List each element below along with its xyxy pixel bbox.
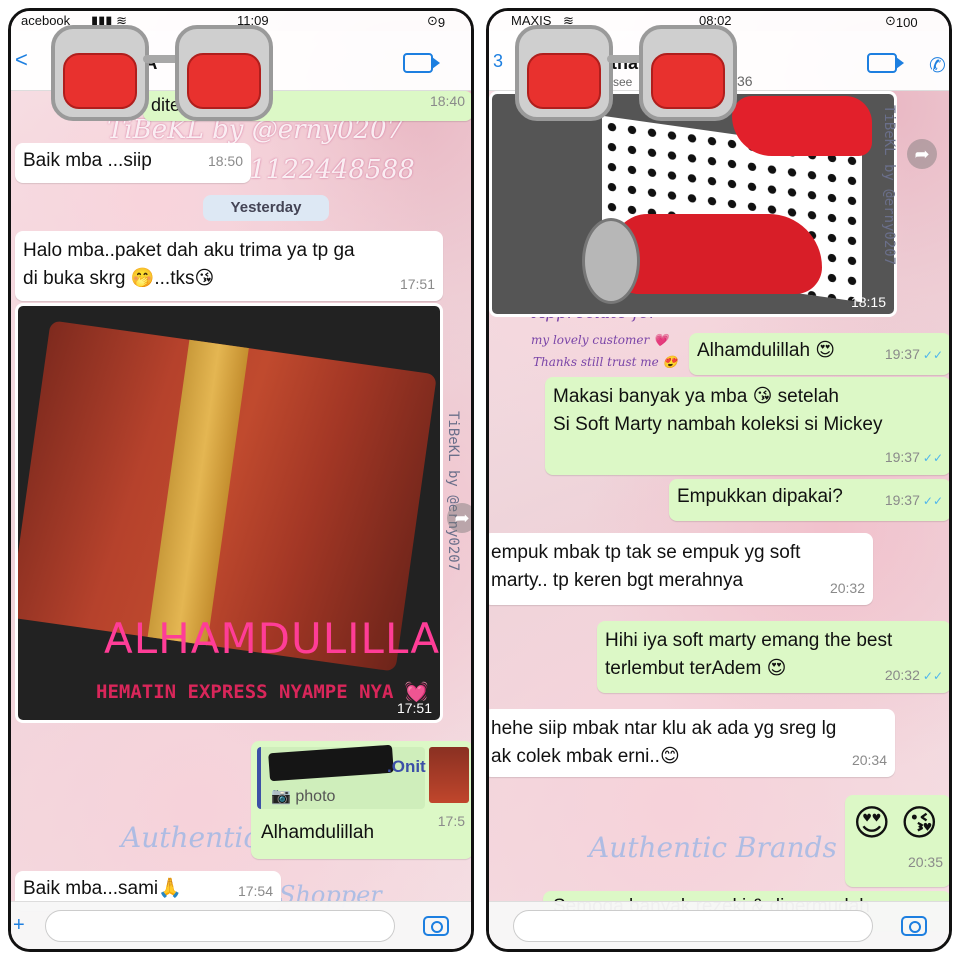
video-call-icon[interactable] bbox=[403, 53, 440, 73]
message-time: 19:37 ✓✓ bbox=[884, 449, 943, 465]
message-time: 19:37 ✓✓ bbox=[884, 346, 943, 362]
red-shoe-image bbox=[732, 96, 872, 156]
contact-status-number: 36 bbox=[737, 73, 753, 89]
phone-call-icon[interactable]: ✆ bbox=[929, 53, 946, 78]
watermark-text: Authentic bbox=[121, 821, 260, 854]
quoted-message[interactable]: .Onit 📷 photo bbox=[257, 744, 426, 809]
message-text: hehe siip mbak ntar klu ak ada yg sreg l… bbox=[491, 718, 837, 767]
read-ticks-icon: ✓✓ bbox=[922, 669, 943, 683]
lens-redaction bbox=[639, 25, 737, 121]
lens-redaction bbox=[51, 25, 149, 121]
privacy-sunglasses-sticker bbox=[51, 25, 273, 125]
coin-image bbox=[582, 218, 640, 304]
message-bubble-incoming[interactable]: hehe siip mbak ntar klu ak ada yg sreg l… bbox=[489, 709, 895, 777]
watermark-vertical: TiBeKL by @erny0207 bbox=[881, 105, 897, 266]
message-bubble-outgoing[interactable]: Hihi iya soft marty emang the best terle… bbox=[597, 621, 949, 693]
camera-icon[interactable] bbox=[423, 916, 449, 936]
message-bubble-incoming[interactable]: Baik mba ...siip 18:50 bbox=[15, 143, 251, 183]
photo-caption-overlay: ALHAMDULILLAH bbox=[104, 614, 443, 663]
message-bubble-incoming[interactable]: empuk mbak tp tak se empuk yg soft marty… bbox=[489, 533, 873, 605]
message-text: Halo mba..paket dah aku trima ya tp ga d… bbox=[23, 240, 355, 289]
camera-icon[interactable] bbox=[901, 916, 927, 936]
reply-message-bubble[interactable]: .Onit 📷 photo Alhamdulillah 17:5 bbox=[251, 741, 471, 859]
quoted-sender: .Onit bbox=[387, 757, 426, 776]
lens-redaction bbox=[175, 25, 273, 121]
read-ticks-icon: ✓✓ bbox=[922, 451, 943, 465]
message-text: Baik mba ...siip bbox=[23, 150, 152, 171]
redaction-mark bbox=[268, 744, 394, 782]
message-bubble-outgoing[interactable]: Makasi banyak ya mba 😘 setelah Si Soft M… bbox=[545, 377, 949, 475]
message-time: 17:5 bbox=[437, 813, 465, 829]
quoted-type: 📷 photo bbox=[271, 788, 336, 805]
lens-redaction bbox=[515, 25, 613, 121]
date-divider: Yesterday bbox=[203, 195, 329, 221]
privacy-sunglasses-sticker bbox=[515, 25, 737, 125]
message-time: 19:37 ✓✓ bbox=[884, 492, 943, 508]
message-text: Alhamdulillah 😍 bbox=[697, 340, 836, 361]
watermark-text: Authentic Brands bbox=[589, 831, 837, 864]
message-bubble-outgoing[interactable]: Empukkan dipakai? 19:37 ✓✓ bbox=[669, 479, 949, 521]
forward-icon[interactable]: ➦ bbox=[907, 139, 937, 169]
message-text: Alhamdulillah bbox=[261, 822, 375, 843]
message-bubble-outgoing[interactable]: Alhamdulillah 😍 19:37 ✓✓ bbox=[689, 333, 949, 375]
message-text: Empukkan dipakai? bbox=[677, 486, 843, 507]
read-ticks-icon: ✓✓ bbox=[922, 494, 943, 508]
message-time: 17:51 bbox=[399, 276, 435, 292]
message-input[interactable] bbox=[513, 910, 873, 942]
plus-icon[interactable]: + bbox=[13, 914, 25, 937]
message-time: 20:35 bbox=[907, 854, 943, 870]
forward-icon[interactable]: ➦ bbox=[447, 503, 471, 533]
right-chat-screenshot: MAXIS ≋ 08:02 ⊙ 100 3 tna see 36 ✆ 18:15… bbox=[486, 8, 952, 952]
left-chat-screenshot: acebook ▮▮▮ ≋ 11:09 ⊙ 9 < ti A dite ☺ 18… bbox=[8, 8, 474, 952]
photo-caption: my lovely customer 💗 bbox=[531, 333, 668, 347]
message-time: 20:32 ✓✓ bbox=[884, 667, 943, 683]
message-input[interactable] bbox=[45, 910, 395, 942]
back-chevron-icon[interactable]: < bbox=[15, 47, 28, 73]
watermark-vertical: TiBeKL by @erny0207 bbox=[445, 411, 461, 572]
message-time: 18:15 bbox=[850, 294, 886, 310]
photo-caption-overlay: HEMATIN EXPRESS NYAMPE NYA 💓 bbox=[96, 681, 429, 703]
video-call-icon[interactable] bbox=[867, 53, 904, 73]
quoted-thumbnail bbox=[429, 747, 469, 803]
message-bubble-incoming[interactable]: Halo mba..paket dah aku trima ya tp ga d… bbox=[15, 231, 443, 301]
message-time: 18:40 bbox=[429, 93, 465, 109]
photo-message[interactable]: ALHAMDULILLAH HEMATIN EXPRESS NYAMPE NYA… bbox=[15, 303, 443, 723]
message-text: empuk mbak tp tak se empuk yg soft marty… bbox=[491, 542, 801, 591]
message-input-bar: + bbox=[11, 901, 471, 949]
read-ticks-icon: ✓✓ bbox=[922, 348, 943, 362]
message-time: 18:50 bbox=[207, 153, 243, 169]
red-shoe-image bbox=[612, 214, 822, 294]
message-text: Baik mba...sami🙏 bbox=[23, 878, 182, 899]
photo-caption: Thanks still trust me 😍 bbox=[533, 355, 678, 369]
message-time: 20:34 bbox=[851, 752, 887, 768]
battery-label: ⊙ 100 bbox=[885, 13, 918, 30]
message-input-bar bbox=[489, 901, 949, 949]
message-time: 20:32 bbox=[829, 580, 865, 596]
message-text: 😍 😘 bbox=[853, 802, 939, 843]
battery-label: ⊙ 9 bbox=[427, 13, 446, 30]
back-chevron-icon[interactable]: 3 bbox=[493, 51, 503, 72]
message-text: Makasi banyak ya mba 😘 setelah Si Soft M… bbox=[553, 386, 883, 435]
emoji-message-bubble[interactable]: 😍 😘 20:35 bbox=[845, 795, 949, 887]
message-time: 17:51 bbox=[396, 700, 432, 716]
